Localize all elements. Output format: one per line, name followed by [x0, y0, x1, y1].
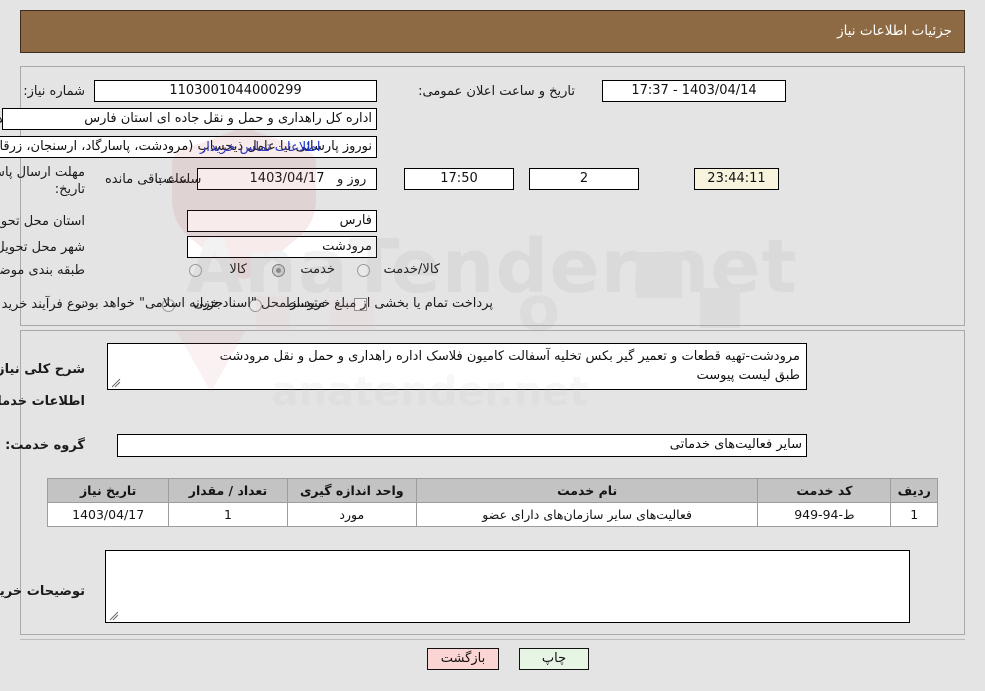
remaining-word-label: ساعت باقی مانده [105, 172, 202, 187]
province-label: استان محل تحویل: [0, 214, 85, 229]
service-group-label: گروه خدمت: [5, 438, 85, 453]
buyer-notes-textarea[interactable] [105, 550, 910, 623]
resize-grip-icon[interactable] [111, 378, 121, 388]
treasury-checkbox-label: پرداخت تمام یا بخشی از مبلغ خرید،از محل … [78, 296, 493, 311]
th-row-no: ردیف [890, 478, 938, 503]
need-description-line-2: طبق لیست پیوست [696, 368, 800, 383]
services-heading: اطلاعات خدمات مورد نیاز [0, 394, 85, 409]
services-table: ردیف کد خدمت نام خدمت واحد اندازه گیری ت… [46, 478, 938, 527]
need-number-value[interactable]: 1103001044000299 [94, 80, 377, 102]
process-label: نوع فرآیند خرید : [0, 297, 85, 312]
radio-label-kala-khedmat: کالا/خدمت [383, 262, 440, 277]
category-label: طبقه بندی موضوعی: [0, 263, 85, 278]
table-row[interactable]: 1 ط-94-949 فعالیت‌های سایر سازمان‌های دا… [46, 502, 938, 527]
cell-row-no: 1 [890, 502, 938, 527]
deadline-time-value[interactable]: 17:50 [404, 168, 514, 190]
radio-label-khedmat: خدمت [300, 262, 335, 277]
bottom-divider [20, 639, 965, 640]
public-announce-value[interactable]: 1403/04/14 - 17:37 [602, 80, 786, 102]
back-button[interactable]: بازگشت [427, 648, 499, 670]
buyer-contact-link[interactable]: اطلاعات تماس خریدار [200, 140, 320, 155]
cell-service-code: ط-94-949 [757, 502, 892, 527]
radio-category-khedmat[interactable] [272, 264, 285, 277]
cell-unit: مورد [286, 502, 417, 527]
days-word-label: روز و [337, 172, 367, 187]
buyer-notes-label: توضیحات خریدار: [0, 584, 85, 599]
need-number-label: شماره نیاز: [23, 84, 85, 99]
buyer-org-value[interactable]: اداره کل راهداری و حمل و نقل جاده ای است… [2, 108, 377, 130]
resize-grip-icon-notes[interactable] [109, 611, 119, 621]
days-value[interactable]: 2 [529, 168, 639, 190]
page-title: جزئیات اطلاعات نیاز [837, 23, 952, 39]
th-service-code: کد خدمت [757, 478, 892, 503]
deadline-label-line2: تاریخ: [54, 182, 85, 197]
header-bar: جزئیات اطلاعات نیاز [20, 10, 965, 53]
cell-quantity: 1 [168, 502, 288, 527]
radio-category-kala-khedmat[interactable] [357, 264, 370, 277]
public-announce-label: تاریخ و ساعت اعلان عمومی: [418, 84, 575, 99]
th-service-name: نام خدمت [415, 478, 759, 503]
need-description-textarea[interactable]: مرودشت-تهیه قطعات و تعمیر گیر بکس تخلیه … [107, 343, 807, 390]
print-button[interactable]: چاپ [519, 648, 589, 670]
service-group-value[interactable]: سایر فعالیت‌های خدماتی [117, 434, 807, 457]
countdown-value: 23:44:11 [694, 168, 779, 190]
table-header-row: ردیف کد خدمت نام خدمت واحد اندازه گیری ت… [46, 478, 938, 503]
need-description-label: شرح کلی نیاز: [0, 362, 85, 377]
city-value[interactable]: مرودشت [187, 236, 377, 258]
radio-category-kala[interactable] [189, 264, 202, 277]
th-quantity: تعداد / مقدار [168, 478, 288, 503]
th-unit: واحد اندازه گیری [286, 478, 417, 503]
deadline-label-line1: مهلت ارسال پاسخ: تا [0, 165, 85, 180]
need-info-panel [20, 66, 965, 326]
th-need-date: تاریخ نیاز [46, 478, 170, 503]
city-label: شهر محل تحویل: [0, 240, 85, 255]
radio-label-kala: کالا [229, 262, 247, 277]
page-root: AnaTender.net anatender.net o جزئیات اطل… [0, 0, 985, 691]
cell-need-date: 1403/04/17 [46, 502, 170, 527]
need-description-line-1: مرودشت-تهیه قطعات و تعمیر گیر بکس تخلیه … [219, 349, 800, 364]
province-value[interactable]: فارس [187, 210, 377, 232]
cell-service-name: فعالیت‌های سایر سازمان‌های دارای عضو [415, 502, 759, 527]
